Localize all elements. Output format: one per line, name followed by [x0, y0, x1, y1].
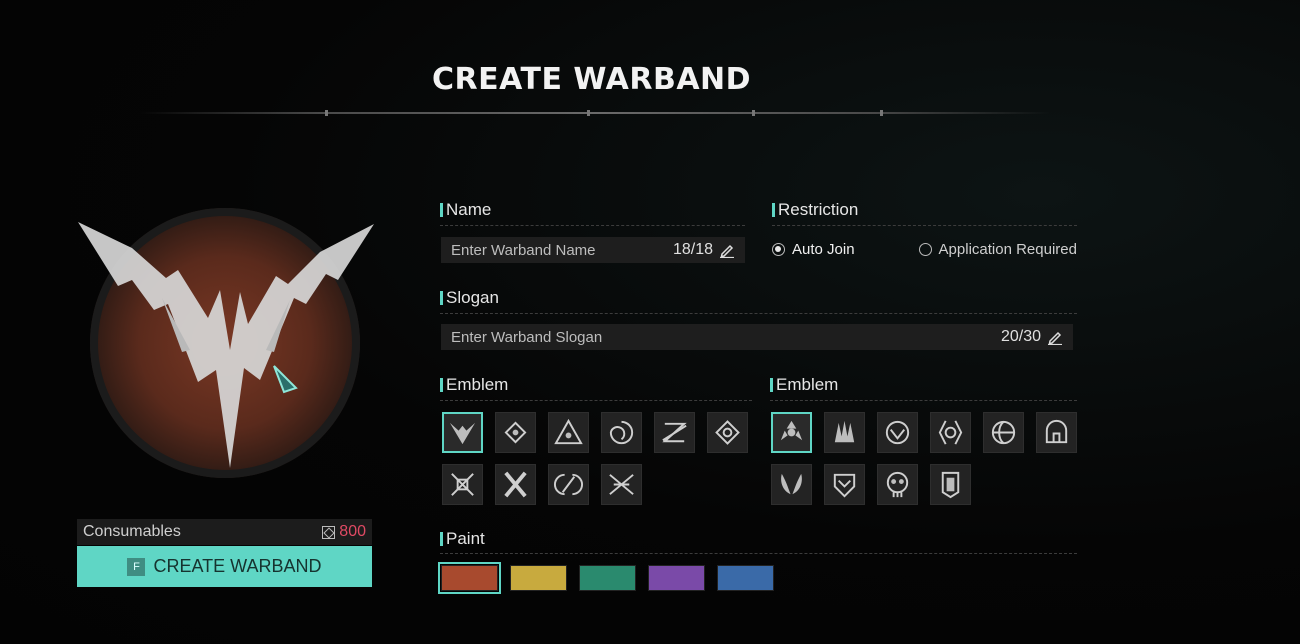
create-warband-screen: CREATE WARBAND Consumables 800 F CREATE … — [0, 0, 1300, 644]
restriction-label: Restriction — [772, 200, 858, 220]
crescent-pair-icon — [938, 420, 963, 445]
crossed-swords-icon — [451, 473, 474, 496]
paint-label: Paint — [440, 529, 485, 549]
emblem-symbol-tile[interactable] — [548, 464, 589, 505]
diamond-eye-icon — [715, 420, 740, 445]
title-divider — [140, 112, 1050, 114]
emblem-symbol-tile[interactable] — [601, 412, 642, 453]
emblem-symbol-tile[interactable] — [654, 412, 695, 453]
helmet-icon — [1045, 419, 1068, 444]
emblem-background-grid — [771, 412, 1077, 505]
emblem-background-tile[interactable] — [1036, 412, 1077, 453]
radio-auto-join[interactable]: Auto Join — [772, 241, 855, 258]
create-warband-label: CREATE WARBAND — [153, 556, 322, 576]
divider-tick — [880, 110, 883, 116]
divider — [440, 225, 745, 226]
emblem-symbol-tile[interactable] — [495, 464, 536, 505]
paint-swatches — [438, 562, 774, 594]
paint-swatch[interactable] — [579, 565, 636, 591]
emblem-background-label: Emblem — [770, 375, 838, 395]
emblem-symbol-tile[interactable] — [601, 464, 642, 505]
emblem-background-tile[interactable] — [930, 464, 971, 505]
divider-tick — [325, 110, 328, 116]
slogan-char-count: 20/30 — [1000, 328, 1041, 345]
feather-wings-icon — [781, 473, 802, 495]
edit-pencil-icon — [720, 244, 734, 258]
name-char-count: 18/18 — [672, 241, 713, 258]
paint-swatch[interactable] — [717, 565, 774, 591]
globe-icon — [991, 420, 1016, 445]
emblem-label: Emblem — [440, 375, 508, 395]
emblem-preview — [70, 200, 380, 490]
divider — [440, 553, 1077, 554]
emblem-background-tile[interactable] — [983, 412, 1024, 453]
pyramid-eye-icon — [554, 418, 583, 445]
emblem-symbol-tile[interactable] — [442, 464, 483, 505]
consumables-cost: 800 — [322, 523, 366, 541]
emblem-background-tile[interactable] — [771, 412, 812, 453]
spiral-icon — [609, 420, 634, 445]
divider — [770, 400, 1077, 401]
paint-swatch[interactable] — [438, 562, 501, 594]
crossed-bones-icon — [504, 471, 527, 498]
divider — [440, 400, 752, 401]
name-label: Name — [440, 200, 491, 220]
banner-shield-icon — [941, 471, 960, 499]
radio-selected-icon — [772, 243, 785, 256]
slogan-input[interactable]: Enter Warband Slogan 20/30 — [441, 324, 1073, 350]
emblem-symbol-tile[interactable] — [707, 412, 748, 453]
paint-swatch[interactable] — [510, 565, 567, 591]
create-warband-button[interactable]: F CREATE WARBAND — [77, 546, 372, 587]
emblem-background-tile[interactable] — [771, 464, 812, 505]
emblem-symbol-grid — [442, 412, 748, 505]
round-skull-icon — [886, 471, 909, 498]
chevron-shield-icon — [833, 473, 856, 498]
emblem-background-tile[interactable] — [930, 412, 971, 453]
paint-swatch[interactable] — [648, 565, 705, 591]
divider — [772, 225, 1077, 226]
cost-value: 800 — [339, 523, 366, 540]
edit-pencil-icon — [1048, 331, 1062, 345]
claw-marks-icon — [834, 420, 855, 443]
radio-unselected-icon — [918, 243, 932, 256]
z-slash-icon — [662, 422, 687, 443]
wings-v-icon — [449, 422, 476, 445]
radio-label: Auto Join — [792, 241, 855, 258]
radio-label: Application Required — [938, 241, 1077, 258]
emblem-symbol-tile[interactable] — [548, 412, 589, 453]
emblem-symbol-tile[interactable] — [442, 412, 483, 453]
currency-icon — [322, 525, 336, 539]
consumables-bar: Consumables 800 — [77, 519, 372, 545]
emblem-background-tile[interactable] — [877, 464, 918, 505]
divider-tick — [752, 110, 755, 116]
slogan-label: Slogan — [440, 288, 499, 308]
page-title: CREATE WARBAND — [432, 62, 752, 97]
emblem-symbol-tile[interactable] — [495, 412, 536, 453]
divider-tick — [587, 110, 590, 116]
name-input[interactable]: Enter Warband Name 18/18 — [441, 237, 745, 263]
divider — [440, 313, 1077, 314]
restriction-options: Auto Join Application Required — [772, 241, 1077, 258]
broken-ring-icon — [553, 473, 584, 496]
emblem-background-tile[interactable] — [824, 464, 865, 505]
emblem-background-tile[interactable] — [824, 412, 865, 453]
slogan-placeholder: Enter Warband Slogan — [451, 328, 603, 346]
key-hint-f: F — [127, 557, 146, 576]
name-placeholder: Enter Warband Name — [451, 241, 596, 259]
radiation-icon — [780, 420, 803, 441]
emblem-background-tile[interactable] — [877, 412, 918, 453]
radio-application-required[interactable]: Application Required — [918, 241, 1077, 258]
crossed-blades-icon — [609, 474, 634, 495]
consumables-label: Consumables — [83, 523, 181, 540]
wings-v-emblem-large-icon — [78, 222, 374, 468]
diamond-target-icon — [504, 421, 527, 444]
winged-shield-icon — [885, 420, 910, 445]
